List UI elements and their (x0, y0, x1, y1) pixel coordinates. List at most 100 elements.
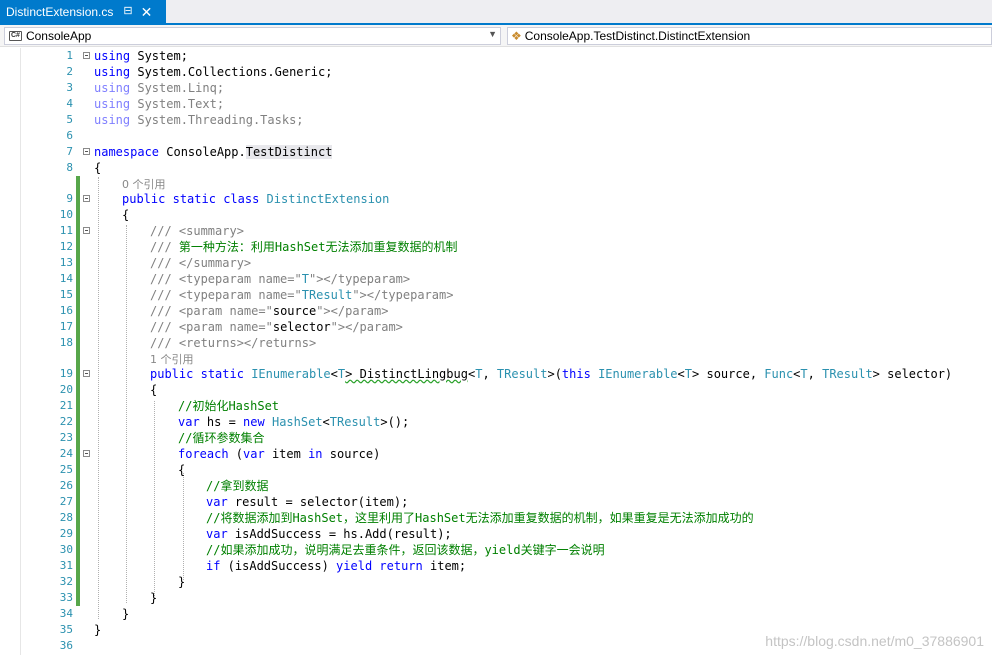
code-text: } (178, 575, 186, 589)
code-text: foreach (var item in source) (178, 447, 381, 461)
collapse-icon[interactable] (83, 370, 90, 377)
code-line[interactable]: 15 /// <typeparam name="TResult"></typep… (0, 287, 992, 303)
change-indicator (76, 478, 80, 494)
code-line[interactable]: 31 if (isAddSuccess) yield return item; (0, 558, 992, 574)
code-line[interactable]: 26 //拿到数据 (0, 478, 992, 494)
code-line[interactable]: 2 using System.Collections.Generic; (0, 64, 992, 80)
change-indicator (76, 414, 80, 430)
change-indicator (76, 574, 80, 590)
line-number: 33 (59, 591, 73, 604)
change-indicator (76, 366, 80, 382)
line-number: 26 (59, 479, 73, 492)
code-text: var isAddSuccess = hs.Add(result); (206, 527, 452, 541)
code-text: //拿到数据 (206, 479, 269, 493)
type-dropdown[interactable]: ❖ ConsoleApp.TestDistinct.DistinctExtens… (507, 27, 992, 45)
change-indicator (76, 335, 80, 351)
code-line[interactable]: 19 public static IEnumerable<T> Distinct… (0, 366, 992, 382)
line-number: 5 (66, 113, 73, 126)
code-line[interactable]: 18 /// <returns></returns> (0, 335, 992, 351)
pin-icon[interactable]: ⊟ (123, 6, 132, 17)
line-number: 22 (59, 415, 73, 428)
code-text: { (94, 161, 102, 175)
code-text: /// 第一种方法：利用HashSet无法添加重复数据的机制 (150, 240, 458, 254)
code-line[interactable]: 21 //初始化HashSet (0, 398, 992, 414)
change-indicator (76, 271, 80, 287)
code-line[interactable]: 17 /// <param name="selector"></param> (0, 319, 992, 335)
code-line[interactable]: 5 using System.Threading.Tasks; (0, 112, 992, 128)
code-text: using System.Collections.Generic; (94, 65, 333, 79)
close-icon[interactable]: ✕ (141, 5, 153, 19)
code-line[interactable]: 7 namespace ConsoleApp.TestDistinct (0, 144, 992, 160)
project-dropdown[interactable]: C# ConsoleApp ▼ (4, 27, 501, 45)
code-text: { (150, 383, 158, 397)
code-line[interactable]: 14 /// <typeparam name="T"></typeparam> (0, 271, 992, 287)
code-editor[interactable]: 1 using System; 2 using System.Collectio… (0, 48, 992, 655)
code-line[interactable]: 28 //将数据添加到HashSet，这里利用了HashSet无法添加重复数据的… (0, 510, 992, 526)
collapse-icon[interactable] (83, 52, 90, 59)
code-line[interactable]: 6 (0, 128, 992, 144)
change-indicator (76, 176, 80, 192)
code-line[interactable]: 16 /// <param name="source"></param> (0, 303, 992, 319)
code-line[interactable]: 10 { (0, 207, 992, 223)
code-line[interactable]: 24 foreach (var item in source) (0, 446, 992, 462)
line-number: 29 (59, 527, 73, 540)
code-text: //如果添加成功，说明满足去重条件，返回该数据，yield关键字一会说明 (206, 543, 605, 557)
type-name: ConsoleApp.TestDistinct.DistinctExtensio… (524, 29, 751, 43)
chevron-down-icon[interactable]: ▼ (488, 29, 497, 39)
code-line[interactable]: 11 /// <summary> (0, 223, 992, 239)
watermark-text: https://blog.csdn.net/m0_37886901 (765, 633, 984, 649)
code-line[interactable]: 30 //如果添加成功，说明满足去重条件，返回该数据，yield关键字一会说明 (0, 542, 992, 558)
line-number: 20 (59, 383, 73, 396)
code-text: namespace ConsoleApp.TestDistinct (94, 145, 333, 159)
code-line[interactable]: 13 /// </summary> (0, 255, 992, 271)
collapse-icon[interactable] (83, 450, 90, 457)
change-indicator (76, 351, 80, 367)
change-indicator (76, 239, 80, 255)
change-indicator (76, 446, 80, 462)
navigation-bar: C# ConsoleApp ▼ ❖ ConsoleApp.TestDistinc… (0, 25, 992, 47)
line-number: 6 (66, 129, 73, 142)
code-text: if (isAddSuccess) yield return item; (206, 559, 467, 573)
collapse-icon[interactable] (83, 195, 90, 202)
document-tab[interactable]: DistinctExtension.cs ⊟ ✕ (0, 0, 166, 23)
code-line[interactable]: 25 { (0, 462, 992, 478)
code-line[interactable]: 23 //循环参数集合 (0, 430, 992, 446)
code-line[interactable]: 29 var isAddSuccess = hs.Add(result); (0, 526, 992, 542)
line-number: 19 (59, 367, 73, 380)
code-text: using System.Threading.Tasks; (94, 113, 304, 127)
code-line[interactable]: 9 public static class DistinctExtension (0, 191, 992, 207)
line-number: 13 (59, 256, 73, 269)
code-line[interactable]: 27 var result = selector(item); (0, 494, 992, 510)
code-text: //将数据添加到HashSet，这里利用了HashSet无法添加重复数据的机制，… (206, 511, 754, 525)
line-number: 10 (59, 208, 73, 221)
change-indicator (76, 223, 80, 239)
code-text: } (122, 607, 130, 621)
code-line[interactable]: 3 using System.Linq; (0, 80, 992, 96)
code-line[interactable]: 8 { (0, 160, 992, 176)
change-indicator (76, 558, 80, 574)
code-text: /// <typeparam name="T"></typeparam> (150, 272, 411, 286)
change-indicator (76, 319, 80, 335)
code-text: /// <summary> (150, 224, 244, 238)
code-text: //循环参数集合 (178, 431, 265, 445)
change-indicator (76, 191, 80, 207)
change-indicator (76, 526, 80, 542)
collapse-icon[interactable] (83, 227, 90, 234)
line-number: 25 (59, 463, 73, 476)
change-indicator (76, 287, 80, 303)
code-line[interactable]: 1 using System; (0, 48, 992, 64)
code-line[interactable]: 4 using System.Text; (0, 96, 992, 112)
line-number: 14 (59, 272, 73, 285)
line-number: 17 (59, 320, 73, 333)
line-number: 34 (59, 607, 73, 620)
collapse-icon[interactable] (83, 148, 90, 155)
code-text: } (150, 591, 158, 605)
code-line[interactable]: 20 { (0, 382, 992, 398)
code-line[interactable]: 32 } (0, 574, 992, 590)
codelens-row: 1 个引用 (0, 351, 992, 367)
code-line[interactable]: 12 /// 第一种方法：利用HashSet无法添加重复数据的机制 (0, 239, 992, 255)
code-line[interactable]: 34 } (0, 606, 992, 622)
code-line[interactable]: 22 var hs = new HashSet<TResult>(); (0, 414, 992, 430)
code-line[interactable]: 33 } (0, 590, 992, 606)
code-text: /// <param name="selector"></param> (150, 320, 403, 334)
